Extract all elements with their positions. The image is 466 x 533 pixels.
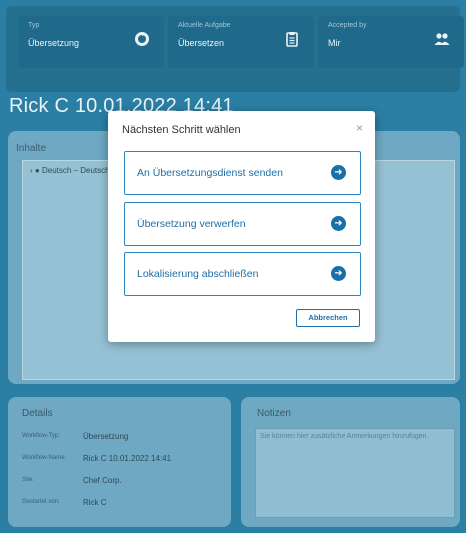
option-label: An Übersetzungsdienst senden [137, 167, 283, 179]
option-label: Übersetzung verwerfen [137, 218, 246, 230]
arrow-right-icon: ➜ [331, 216, 346, 231]
arrow-right-icon: ➜ [331, 266, 346, 281]
next-step-dialog: Nächsten Schritt wählen × An Übersetzung… [108, 111, 375, 342]
dialog-title: Nächsten Schritt wählen [122, 124, 241, 136]
arrow-right-icon: ➜ [331, 165, 346, 180]
complete-localization-button[interactable]: Lokalisierung abschließen ➜ [124, 252, 361, 296]
cancel-button[interactable]: Abbrechen [296, 309, 360, 327]
discard-translation-button[interactable]: Übersetzung verwerfen ➜ [124, 202, 361, 246]
close-icon[interactable]: × [356, 121, 363, 135]
option-label: Lokalisierung abschließen [137, 268, 259, 280]
send-to-translation-service-button[interactable]: An Übersetzungsdienst senden ➜ [124, 151, 361, 195]
